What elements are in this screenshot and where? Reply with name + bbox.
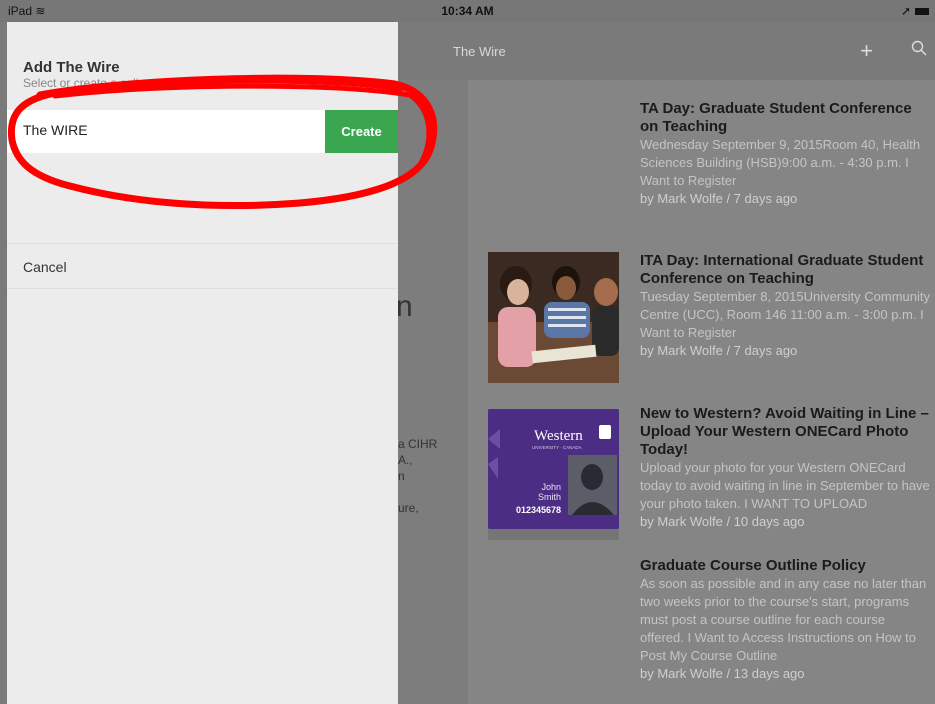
article-meta: by Mark Wolfe / 13 days ago (640, 666, 805, 681)
article-excerpt: As soon as possible and in any case no l… (640, 576, 927, 663)
article-title: Graduate Course Outline Policy (640, 557, 866, 574)
card-brand: Western (534, 428, 583, 444)
article-title: TA Day: Graduate Student Conference on T… (640, 100, 912, 135)
article-thumbnail-students[interactable] (488, 252, 619, 383)
search-icon[interactable] (911, 40, 927, 56)
add-to-collection-panel: Add The Wire Select or create a collecti… (7, 22, 398, 704)
article-meta: by Mark Wolfe / 7 days ago (640, 343, 798, 358)
background-text: a CIHR (398, 437, 438, 451)
article-item[interactable]: ITA Day: International Graduate Student … (640, 252, 930, 360)
card-subtitle: UNIVERSITY · CANADA (532, 445, 582, 450)
panel-title: Add The Wire (23, 59, 120, 76)
nav-title: The Wire (453, 44, 506, 59)
article-excerpt: Tuesday September 8, 2015University Comm… (640, 289, 930, 340)
nav-bar: The Wire + (398, 22, 935, 80)
article-item[interactable]: TA Day: Graduate Student Conference on T… (640, 100, 930, 208)
create-button[interactable]: Create (325, 110, 398, 153)
card-first-name: John (541, 482, 561, 492)
background-text: n (398, 469, 405, 483)
clock: 10:34 AM (441, 4, 494, 18)
article-thumbnail-onecard[interactable]: Western UNIVERSITY · CANADA John Smith 0… (488, 409, 619, 540)
background-text: n (396, 290, 413, 323)
article-meta: by Mark Wolfe / 10 days ago (640, 514, 805, 529)
background-text: ure, (398, 501, 419, 515)
status-bar: iPad ≋ 10:34 AM ➚ (0, 0, 935, 22)
card-number: 012345678 (516, 505, 561, 515)
collection-name-input[interactable]: The WIRE (23, 122, 88, 138)
article-item[interactable]: New to Western? Avoid Waiting in Line – … (640, 405, 930, 531)
panel-subtitle: Select or create a collection (23, 76, 171, 90)
article-excerpt: Wednesday September 9, 2015Room 40, Heal… (640, 137, 921, 188)
article-excerpt: Upload your photo for your Western ONECa… (640, 460, 930, 511)
plus-icon[interactable]: + (860, 38, 873, 64)
card-last-name: Smith (538, 492, 561, 502)
cancel-button[interactable]: Cancel (7, 243, 398, 289)
article-title: ITA Day: International Graduate Student … (640, 252, 924, 287)
cancel-label: Cancel (23, 259, 67, 275)
background-text: A., (398, 453, 413, 467)
article-item[interactable]: Graduate Course Outline Policy As soon a… (640, 557, 930, 683)
battery-icon: ➚ (901, 4, 929, 18)
article-meta: by Mark Wolfe / 7 days ago (640, 191, 798, 206)
background-content: n a CIHR A., n ure, (396, 80, 468, 704)
collection-name-row: The WIRE Create (7, 110, 398, 153)
article-title: New to Western? Avoid Waiting in Line – … (640, 405, 929, 458)
